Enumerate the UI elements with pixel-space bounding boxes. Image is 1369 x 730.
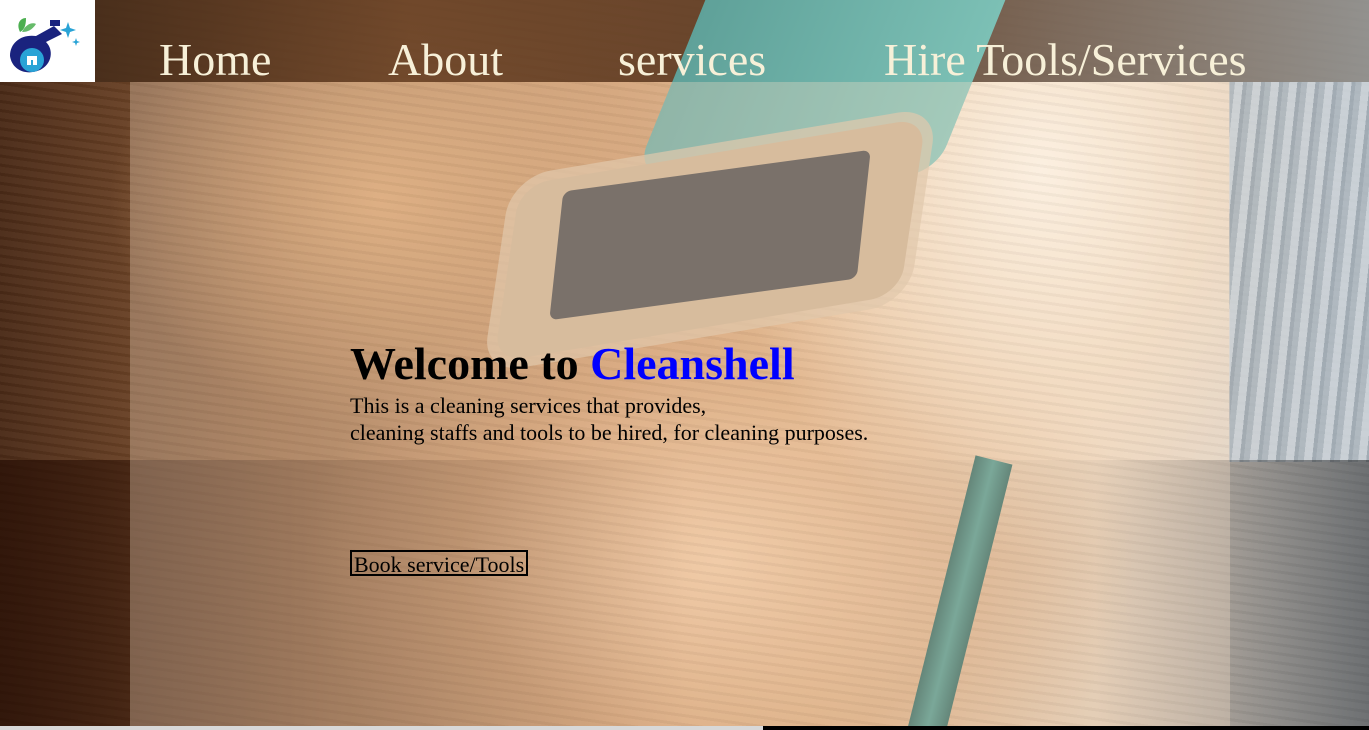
hero-description-line-2: cleaning staffs and tools to be hired, f…: [350, 420, 869, 445]
book-service-button[interactable]: Book service/Tools: [350, 550, 529, 577]
hero-description-line-1: This is a cleaning services that provide…: [350, 393, 707, 418]
logo-link[interactable]: [0, 0, 95, 82]
nav-services-link[interactable]: services: [618, 30, 766, 90]
cleaning-house-logo-icon: [10, 18, 80, 73]
background-right-wood: [1229, 82, 1369, 462]
nav-hire-link[interactable]: Hire Tools/Services: [884, 30, 1247, 90]
hero-section: Welcome to Cleanshell This is a cleaning…: [350, 336, 868, 446]
page: Home About services Hire Tools/Services …: [0, 0, 1369, 730]
main-nav: Home About services Hire Tools/Services: [130, 30, 1300, 90]
hero-title: Welcome to Cleanshell: [350, 336, 868, 392]
horizontal-scrollbar[interactable]: [0, 726, 1369, 730]
hero-title-prefix: Welcome to: [350, 338, 591, 389]
scrollbar-thumb[interactable]: [0, 726, 763, 730]
nav-home-link[interactable]: Home: [159, 30, 271, 90]
brand-name: Cleanshell: [590, 338, 795, 389]
nav-about-link[interactable]: About: [388, 30, 503, 90]
